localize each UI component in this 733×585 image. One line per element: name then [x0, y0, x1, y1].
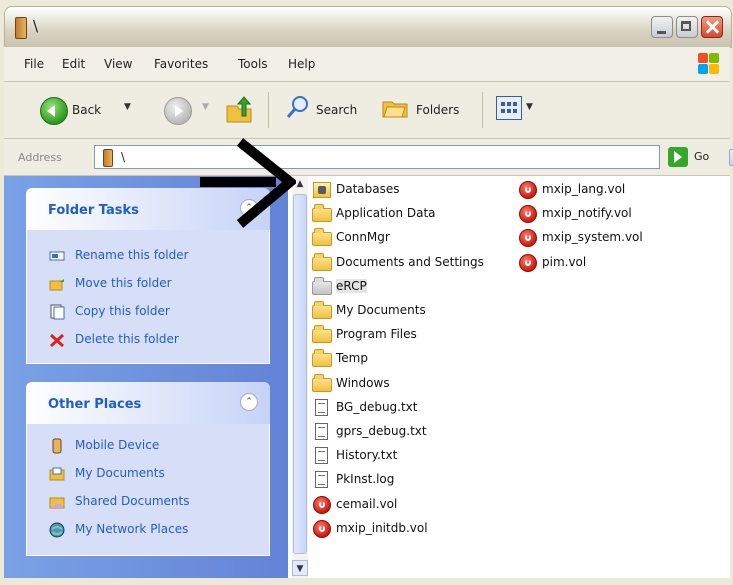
up-folder-icon[interactable] — [224, 94, 254, 124]
move-icon — [49, 279, 64, 291]
text-file-icon — [312, 470, 332, 489]
text-file-icon — [312, 398, 332, 416]
go-arrow-icon[interactable] — [668, 147, 688, 167]
file-name: BG_debug.txt — [336, 399, 418, 414]
menu-edit[interactable]: Edit — [62, 57, 85, 71]
database-folder-icon — [312, 180, 332, 198]
file-name: cemail.vol — [336, 496, 398, 511]
volume-file-icon — [312, 495, 332, 514]
file-name: pim.vol — [542, 254, 587, 269]
collapse-chevron-icon[interactable]: ⌃ — [240, 393, 258, 411]
title-bar[interactable]: \ — [4, 6, 732, 48]
menu-view[interactable]: View — [104, 57, 132, 71]
file-name: Documents and Settings — [336, 254, 484, 269]
folders-button-label[interactable]: Folders — [416, 103, 459, 117]
file-name: History.txt — [336, 448, 398, 463]
volume-file-icon — [518, 228, 538, 248]
menu-file[interactable]: File — [24, 57, 44, 71]
file-name: eRCP — [336, 278, 367, 293]
volume-file-icon — [518, 204, 538, 224]
folder-tasks-title: Folder Tasks — [48, 203, 139, 218]
toolbar-separator — [268, 92, 269, 128]
search-icon[interactable] — [286, 95, 310, 119]
address-dropdown-button[interactable]: ▼ — [729, 149, 733, 166]
forward-arrow-icon[interactable] — [164, 97, 192, 125]
network-globe-icon — [49, 522, 65, 538]
maximize-button[interactable] — [676, 16, 698, 38]
file-name: mxip_lang.vol — [542, 182, 626, 196]
folder-tasks-body: Rename this folder Move this folder Copy… — [26, 230, 270, 364]
minimize-button[interactable] — [651, 16, 673, 38]
volume-file-icon — [518, 180, 538, 199]
folders-icon[interactable] — [382, 98, 408, 118]
address-value[interactable]: \ — [121, 150, 125, 164]
file-name: Temp — [336, 351, 368, 366]
menu-bar: File Edit View Favorites Tools Help — [4, 47, 730, 82]
folder-icon — [312, 325, 332, 344]
windows-logo-icon — [698, 53, 720, 75]
delete-x-icon — [49, 333, 65, 348]
file-name: Program Files — [336, 327, 417, 342]
file-name: Application Data — [336, 206, 436, 221]
menu-favorites[interactable]: Favorites — [154, 57, 208, 71]
toolbar: Back ▼ ▼ Search Folders ▼ — [4, 82, 730, 139]
other-places-header[interactable]: Other Places ⌃ — [26, 382, 270, 424]
views-grid-icon[interactable] — [496, 96, 522, 120]
address-label: Address — [18, 151, 62, 164]
file-name: mxip_initdb.vol — [336, 520, 428, 535]
close-button[interactable] — [701, 16, 723, 38]
volume-file-icon — [312, 519, 332, 538]
folder-icon — [312, 349, 332, 368]
file-name: mxip_notify.vol — [542, 206, 632, 221]
back-arrow-icon[interactable] — [40, 97, 68, 125]
scroll-down-button[interactable]: ▼ — [292, 560, 308, 576]
folder-icon — [312, 228, 332, 247]
other-places-body: Mobile Device My Documents Shared Docume… — [26, 424, 270, 556]
forward-history-dropdown[interactable]: ▼ — [202, 102, 209, 112]
menu-help[interactable]: Help — [288, 57, 315, 71]
explorer-window: \ File Edit View Favorites Tools Help Ba… — [0, 0, 733, 585]
rename-icon — [49, 251, 65, 261]
address-field[interactable]: \ ▼ — [94, 145, 733, 169]
address-bar: Address \ ▼ Go — [4, 139, 733, 176]
mobile-device-icon — [15, 17, 27, 39]
annotation-arrow-icon — [200, 138, 296, 228]
go-button-label[interactable]: Go — [694, 150, 709, 163]
folder-icon — [312, 373, 332, 392]
text-file-icon — [312, 422, 332, 440]
other-places-panel: Other Places ⌃ Mobile Device My Document… — [26, 382, 270, 556]
file-name: PkInst.log — [336, 472, 395, 487]
file-name: mxip_system.vol — [542, 230, 643, 245]
file-name: ConnMgr — [336, 230, 390, 245]
menu-tools[interactable]: Tools — [238, 57, 268, 71]
file-name: Databases — [336, 182, 400, 196]
back-history-dropdown[interactable]: ▼ — [124, 102, 131, 112]
vertical-scrollbar[interactable]: ▲ ▼ — [292, 176, 308, 578]
my-documents-icon — [49, 467, 65, 481]
file-name: My Documents — [336, 303, 426, 317]
other-places-title: Other Places — [48, 397, 142, 412]
mobile-device-icon — [52, 438, 62, 454]
volume-file-icon — [518, 253, 538, 272]
mobile-device-icon — [103, 149, 113, 167]
folder-icon — [312, 301, 332, 319]
views-dropdown[interactable]: ▼ — [526, 102, 533, 112]
copy-icon — [50, 304, 65, 320]
back-button-label[interactable]: Back — [72, 103, 101, 117]
shared-folder-icon — [49, 497, 65, 509]
text-file-icon — [312, 446, 332, 465]
folder-icon — [312, 204, 332, 223]
file-name: gprs_debug.txt — [336, 424, 427, 438]
window-title: \ — [33, 17, 39, 35]
scroll-thumb[interactable] — [293, 194, 307, 554]
folder-icon — [312, 276, 332, 295]
toolbar-separator — [482, 92, 483, 128]
file-name: Windows — [336, 375, 390, 390]
search-button-label[interactable]: Search — [316, 103, 357, 117]
folder-icon — [312, 252, 332, 271]
